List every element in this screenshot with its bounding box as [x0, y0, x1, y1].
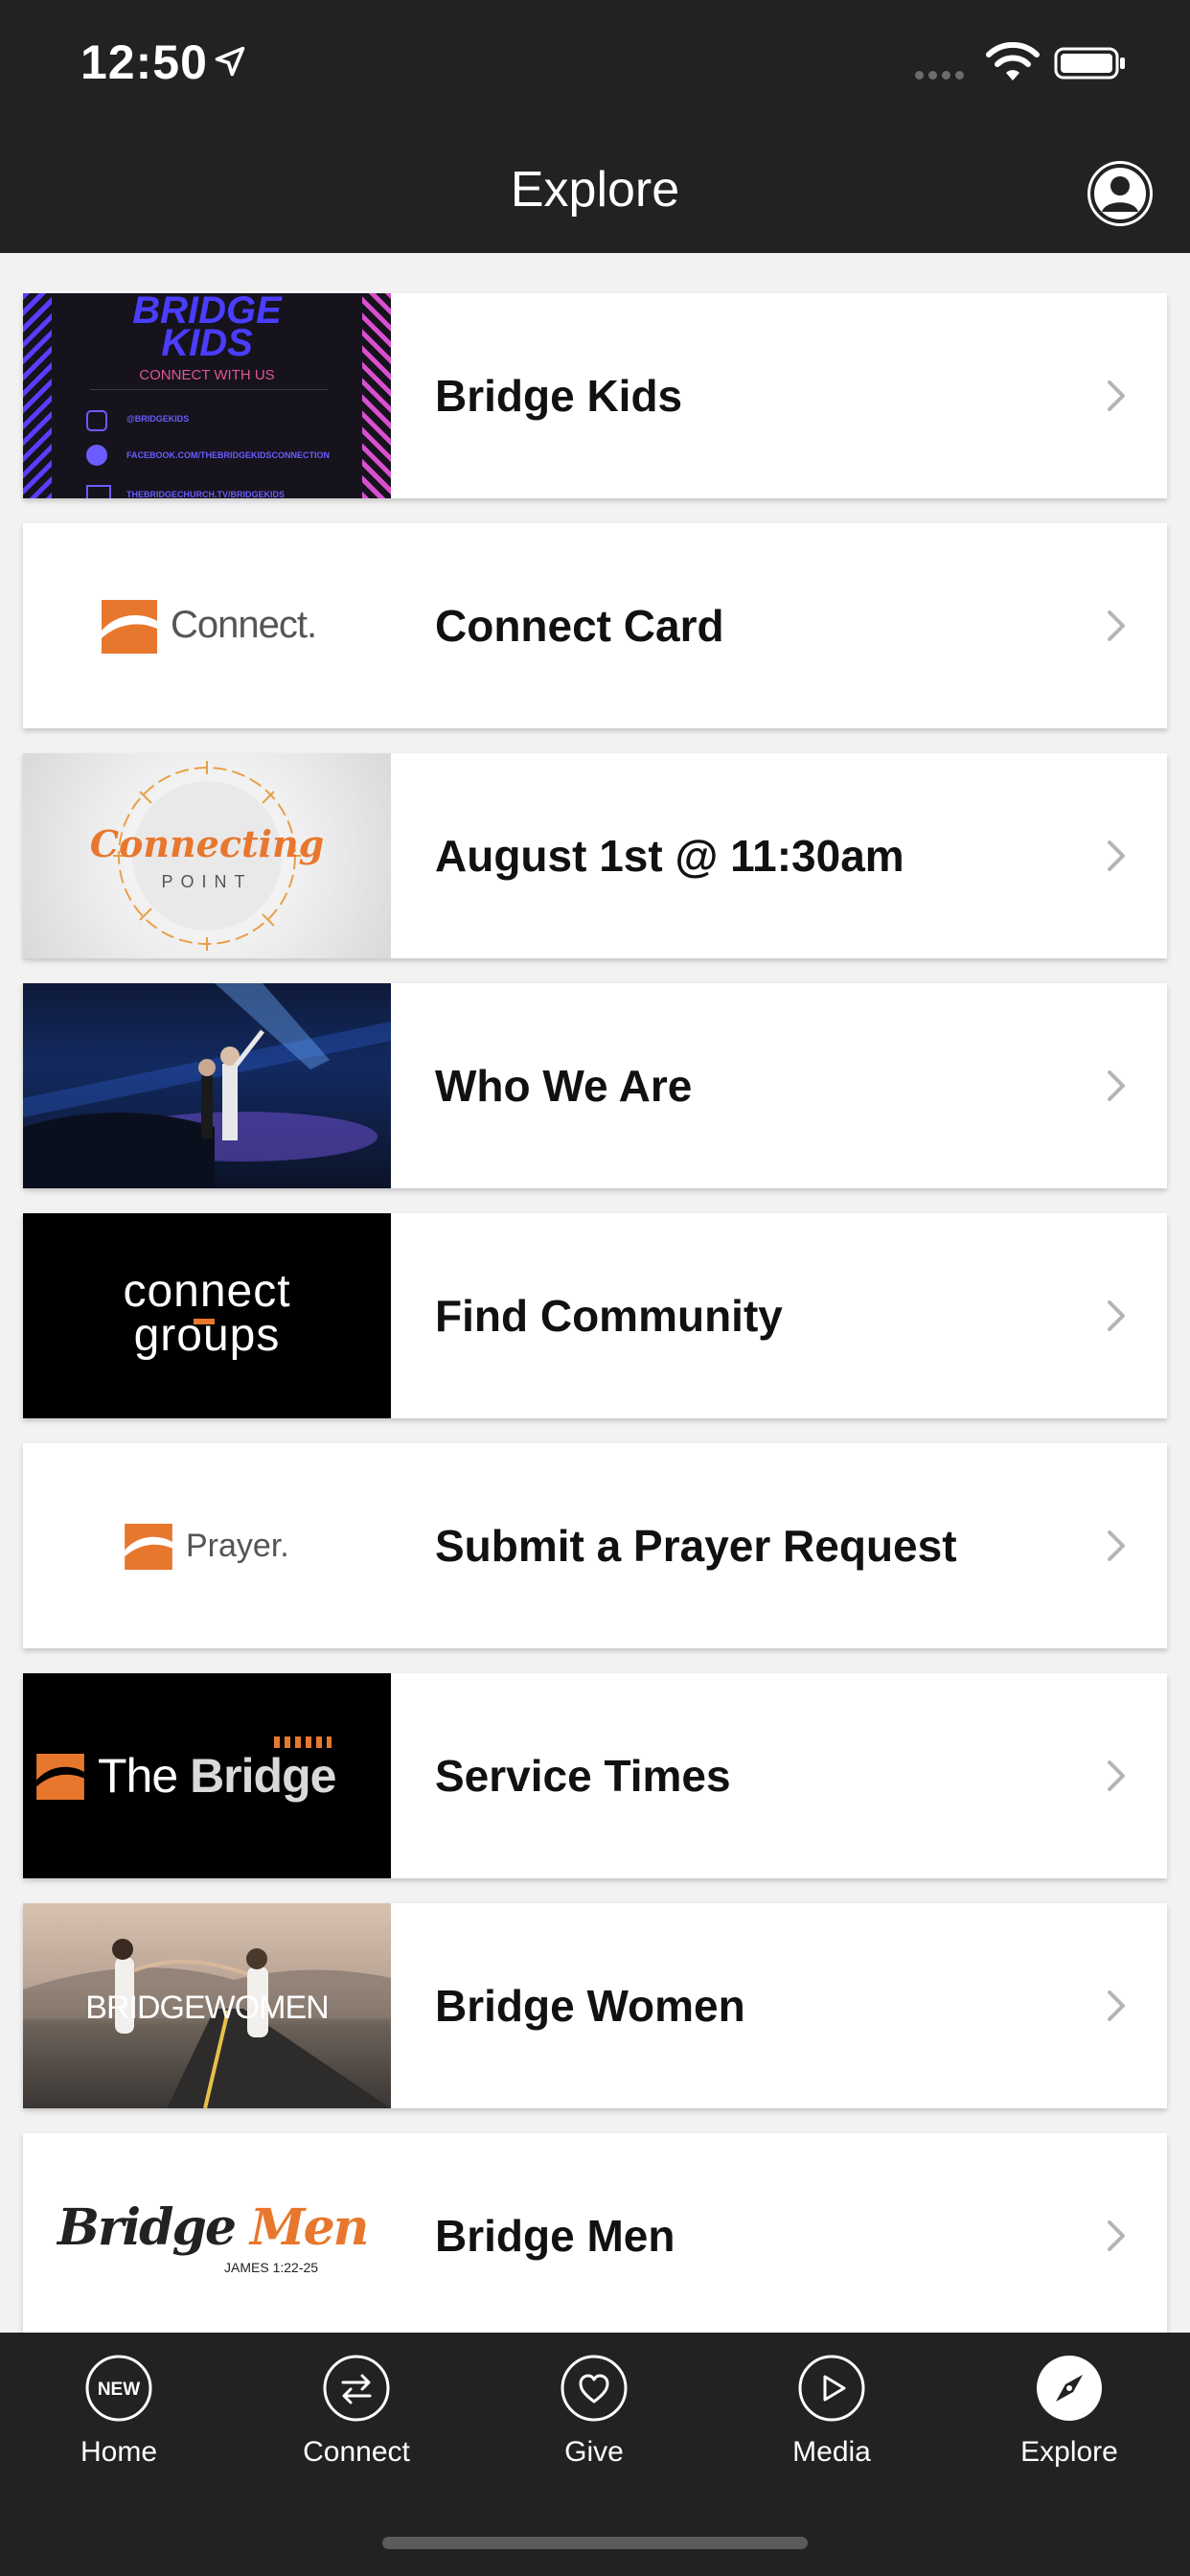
list-item-prayer-request[interactable]: Prayer. Submit a Prayer Request: [23, 1443, 1167, 1648]
chevron-right-icon: [1108, 1760, 1125, 1791]
list-item-find-community[interactable]: connect groups Find Community: [23, 1213, 1167, 1418]
tab-label: Media: [792, 2436, 871, 2468]
bridge-kids-social-instagram: @BRIDGEKIDS: [126, 414, 190, 424]
connect-groups-line2: groups: [133, 1310, 281, 1361]
list-item-label: Find Community: [435, 1291, 783, 1341]
chevron-right-icon: [1108, 840, 1125, 871]
compass-icon: [1037, 2356, 1102, 2421]
connecting-point-sub: POINT: [161, 872, 253, 891]
list-item-label: Bridge Kids: [435, 371, 683, 421]
bridge-women-thumbnail: BRIDGEWOMEN: [23, 1903, 391, 2108]
tab-explore[interactable]: Explore: [950, 2333, 1188, 2524]
chevron-right-icon: [1108, 1990, 1125, 2021]
tab-media[interactable]: Media: [713, 2333, 950, 2524]
prayer-logo-text: Prayer.: [186, 1528, 289, 1564]
play-icon: [798, 2355, 865, 2422]
chevron-right-icon: [1108, 2220, 1125, 2251]
web-icon: [86, 485, 111, 498]
list-item-bridge-men[interactable]: Bridge Men JAMES 1:22-25 Bridge Men: [23, 2133, 1167, 2333]
list-item-who-we-are[interactable]: Who We Are: [23, 983, 1167, 1188]
new-badge-text: NEW: [98, 2380, 140, 2400]
page-title: Explore: [510, 162, 680, 218]
bridge-kids-thumbnail: BRIDGE KIDS CONNECT WITH US @BRIDGEKIDS …: [23, 293, 391, 498]
chevron-right-icon: [1108, 1070, 1125, 1101]
chevron-right-icon: [1108, 1530, 1125, 1561]
list-item-label: Submit a Prayer Request: [435, 1521, 957, 1571]
list-item-connecting-point[interactable]: Connecting POINT August 1st @ 11:30am: [23, 753, 1167, 958]
tab-label: Explore: [1020, 2436, 1118, 2468]
status-bar: 12:50: [0, 0, 1190, 134]
connecting-point-script: Connecting: [89, 822, 325, 865]
nav-bar: Explore: [0, 134, 1190, 253]
bridge-men-thumbnail: Bridge Men JAMES 1:22-25: [23, 2133, 391, 2333]
cellular-signal-icon: [915, 71, 964, 80]
status-time: 12:50: [80, 35, 208, 89]
home-indicator[interactable]: [382, 2537, 808, 2549]
tab-give[interactable]: Give: [475, 2333, 713, 2524]
tab-label: Give: [564, 2436, 624, 2468]
list-item-label: Connect Card: [435, 601, 724, 651]
list-item-bridge-women[interactable]: BRIDGEWOMEN Bridge Women: [23, 1903, 1167, 2108]
connect-card-thumbnail: Connect.: [23, 523, 391, 728]
connect-logo-text: Connect.: [171, 604, 317, 646]
bridge-kids-logo-line2: KIDS: [161, 322, 253, 364]
bridge-logo-icon: [102, 600, 157, 654]
worship-photo-thumbnail: [23, 983, 391, 1188]
list-item-label: Service Times: [435, 1751, 731, 1801]
the-bridge-thumbnail: The Bridge: [23, 1673, 391, 1878]
list-item-label: Bridge Men: [435, 2211, 675, 2261]
bridge-kids-social-facebook: FACEBOOK.COM/THEBRIDGEKIDSCONNECTION: [126, 450, 331, 460]
prayer-thumbnail: Prayer.: [23, 1443, 391, 1648]
connect-groups-thumbnail: connect groups: [23, 1213, 391, 1418]
bridge-men-verse: JAMES 1:22-25: [224, 2260, 319, 2275]
list-item-label: August 1st @ 11:30am: [435, 831, 904, 881]
tab-home[interactable]: NEW Home: [0, 2333, 238, 2524]
stage-lights-decoration: [23, 983, 391, 1188]
list-item-service-times[interactable]: The Bridge Service Times: [23, 1673, 1167, 1878]
tab-label: Connect: [303, 2436, 410, 2468]
heart-icon: [561, 2355, 628, 2422]
bridge-logo-icon: [125, 1524, 172, 1570]
connecting-point-thumbnail: Connecting POINT: [23, 753, 391, 958]
bridge-logo-icon: [36, 1754, 84, 1800]
bridge-kids-subtitle: CONNECT WITH US: [139, 367, 275, 383]
tab-connect[interactable]: Connect: [238, 2333, 475, 2524]
list-item-label: Bridge Women: [435, 1981, 745, 2031]
list-item-connect-card[interactable]: Connect. Connect Card: [23, 523, 1167, 728]
the-bridge-text-a: The: [98, 1749, 191, 1803]
battery-icon: [1054, 47, 1125, 80]
profile-icon[interactable]: [1087, 160, 1154, 227]
list-item-bridge-kids[interactable]: BRIDGE KIDS CONNECT WITH US @BRIDGEKIDS …: [23, 293, 1167, 498]
list-item-label: Who We Are: [435, 1061, 693, 1111]
location-arrow-icon: [215, 46, 245, 77]
explore-list: BRIDGE KIDS CONNECT WITH US @BRIDGEKIDS …: [0, 253, 1190, 2333]
bridge-men-word1: Bridge: [57, 2198, 237, 2257]
tab-label: Home: [80, 2436, 158, 2468]
bridge-kids-social-web: THEBRIDGECHURCH.TV/BRIDGEKIDS: [126, 490, 286, 498]
bridge-men-word2: Men: [250, 2198, 369, 2257]
facebook-icon: [86, 445, 107, 466]
chevron-right-icon: [1108, 380, 1125, 411]
chevron-right-icon: [1108, 610, 1125, 641]
the-bridge-text-b: Bridge: [190, 1749, 336, 1803]
wifi-icon: [986, 42, 1040, 80]
new-badge-icon: NEW: [85, 2355, 152, 2422]
chevron-right-icon: [1108, 1300, 1125, 1331]
bridge-women-text: BRIDGEWOMEN: [85, 1990, 329, 2026]
swap-arrows-icon: [323, 2355, 390, 2422]
instagram-icon: [86, 410, 107, 431]
